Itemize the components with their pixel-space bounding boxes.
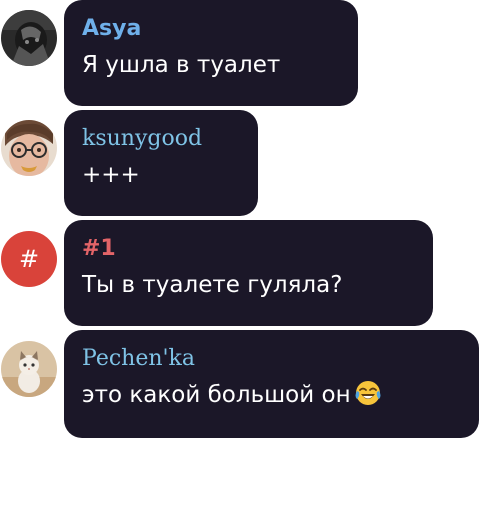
author-name[interactable]: #1 (82, 236, 415, 262)
message-bubble: #1 Ты в туалете гуляла? (64, 220, 433, 326)
avatar-pechenka[interactable] (1, 341, 57, 397)
message-text: Ты в туалете гуляла? (82, 272, 343, 298)
author-name[interactable]: Asya (82, 16, 340, 42)
kitten-avatar-icon (1, 341, 57, 397)
author-name[interactable]: ksunygood (82, 126, 240, 152)
message-text: это какой большой он (82, 382, 351, 408)
message-text-line: это какой большой он (82, 380, 461, 414)
message-text: Я ушла в туалет (82, 52, 281, 78)
face-with-tears-of-joy-icon (355, 380, 381, 414)
girl-glasses-avatar-icon (1, 120, 57, 176)
author-name[interactable]: Pechen'ka (82, 346, 461, 372)
message-text: +++ (82, 162, 140, 188)
message-bubble: Asya Я ушла в туалет (64, 0, 358, 106)
dark-photo-avatar-icon (1, 10, 57, 66)
chat-message-list: Asya Я ушла в туалет ksunygood +++ # #1 … (0, 0, 479, 512)
message-bubble: ksunygood +++ (64, 110, 258, 216)
message-bubble: Pechen'ka это какой большой он (64, 330, 479, 438)
avatar-hash[interactable]: # (1, 231, 57, 287)
avatar-ksunygood[interactable] (1, 120, 57, 176)
hash-avatar-icon: # (18, 245, 40, 273)
avatar-asya[interactable] (1, 10, 57, 66)
